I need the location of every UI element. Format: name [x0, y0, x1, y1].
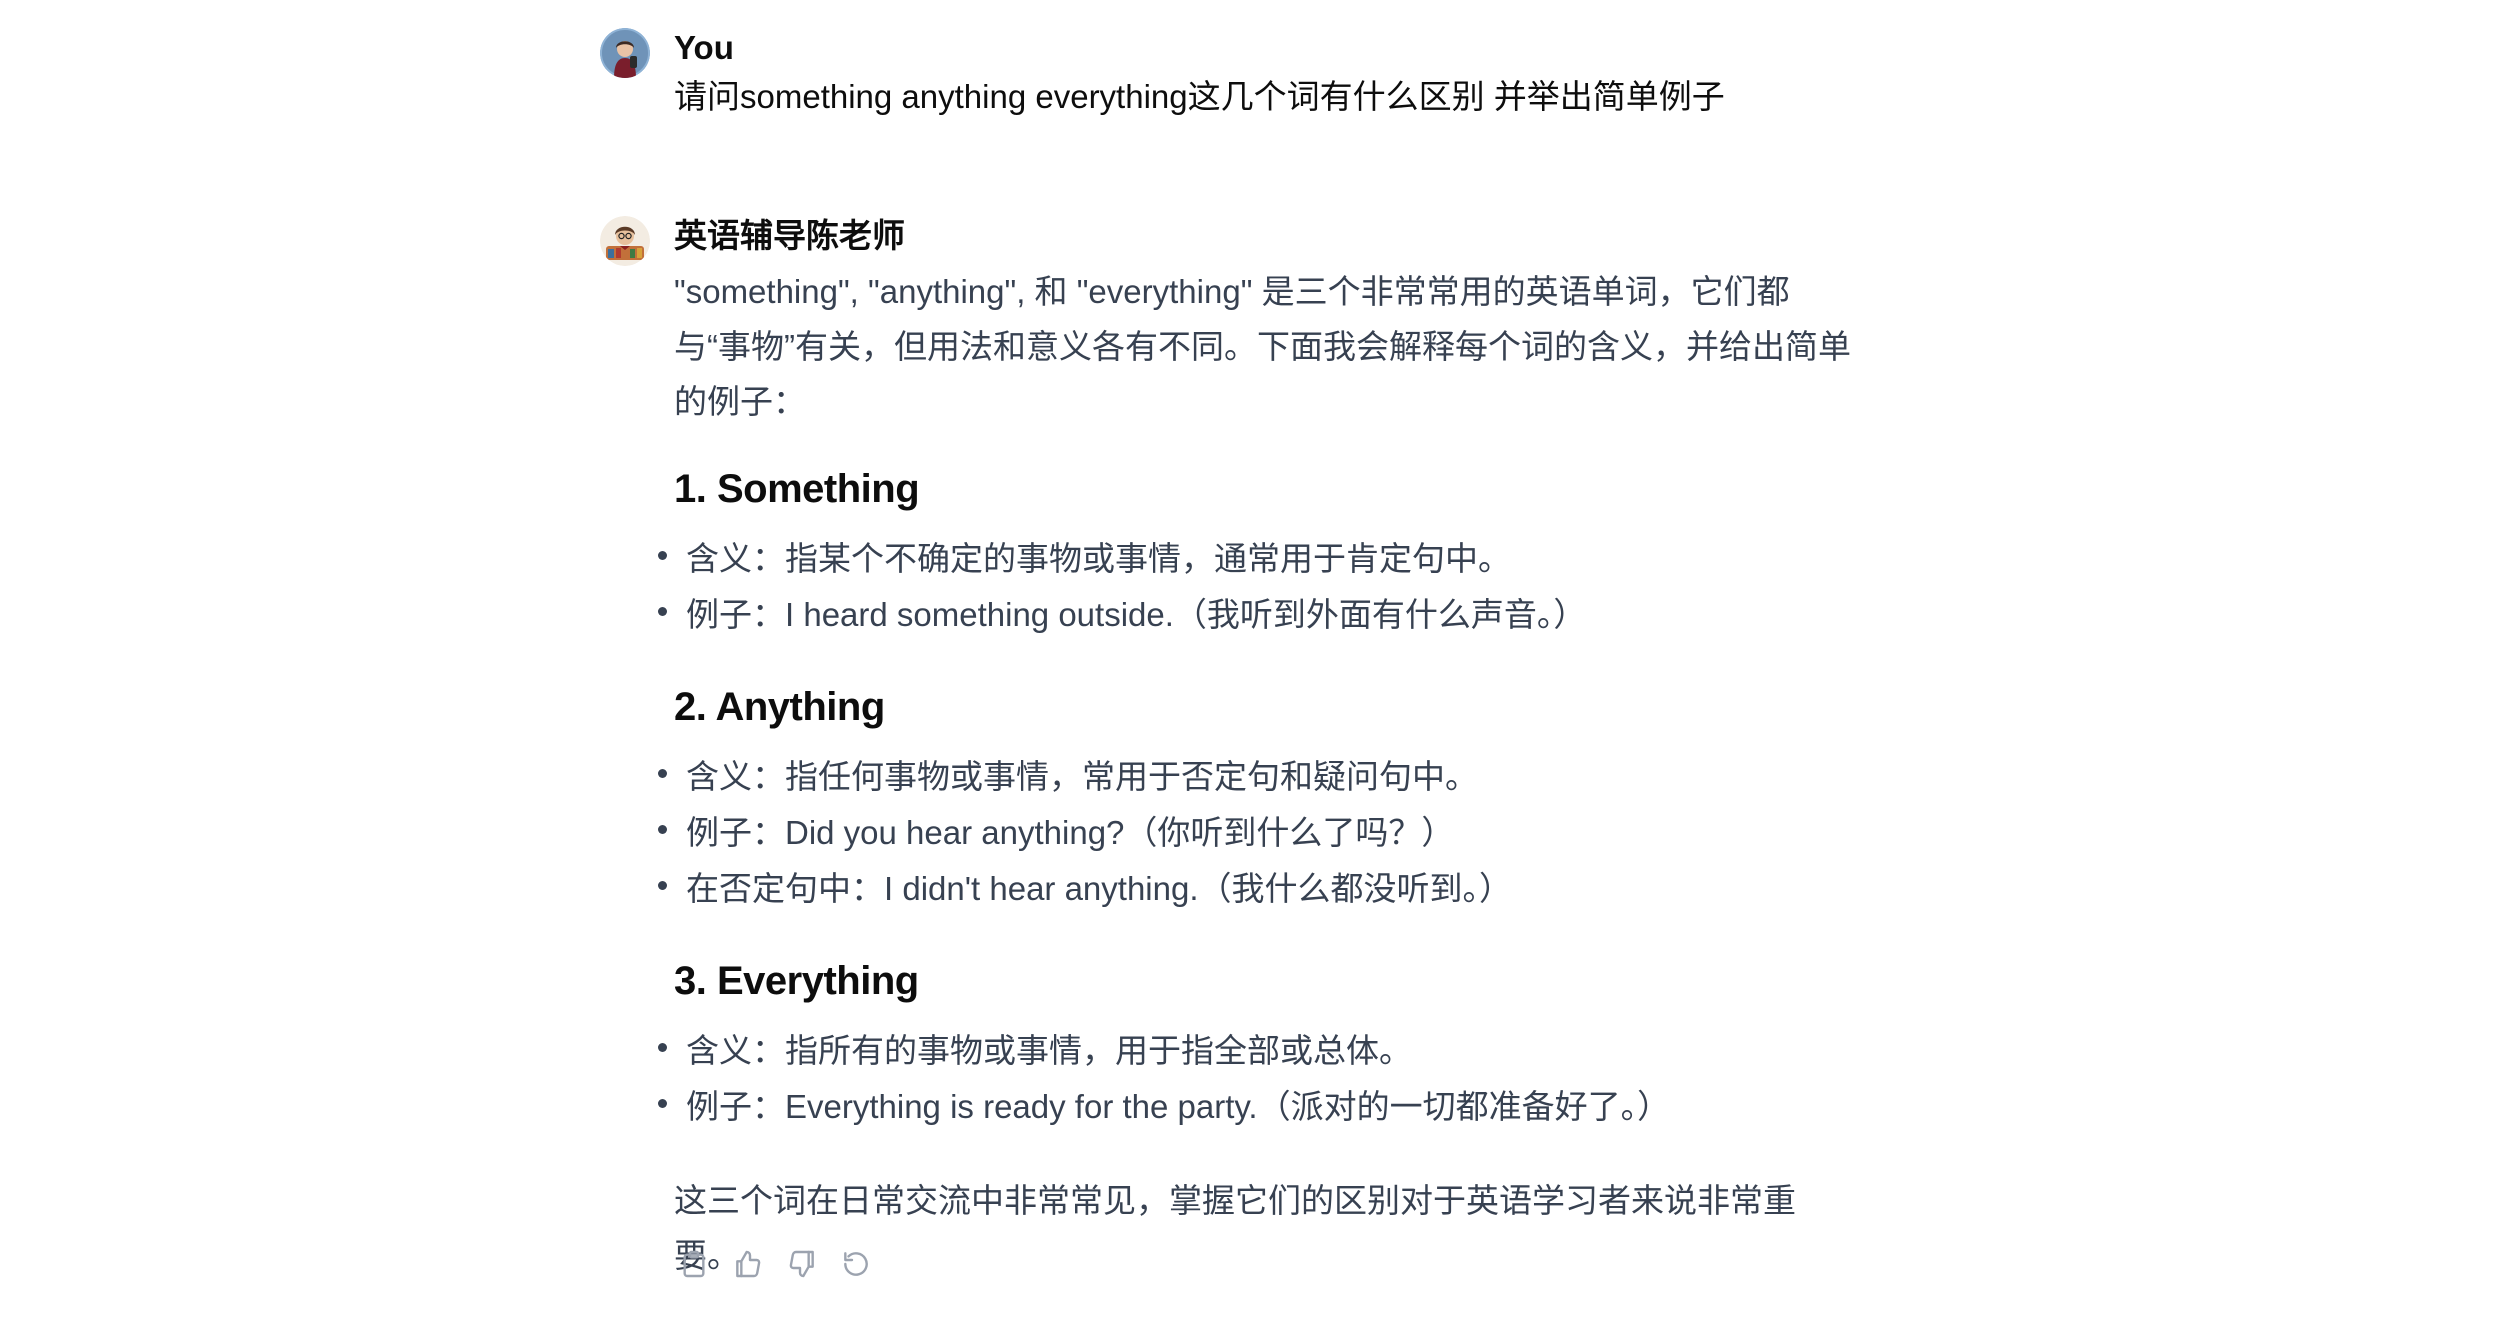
- assistant-author-name: 英语辅导陈老师: [674, 217, 905, 254]
- user-avatar-image: [600, 28, 650, 78]
- list-item: 含义：指某个不确定的事物或事情，通常用于肯定句中。: [658, 531, 1874, 587]
- bullet-dot: [658, 607, 667, 616]
- list-item-text: 例子：I heard something outside.（我听到外面有什么声音…: [686, 596, 1587, 633]
- bullet-dot: [658, 551, 667, 560]
- list-item: 含义：指所有的事物或事情，用于指全部或总体。: [658, 1023, 1874, 1079]
- list-item-text: 含义：指所有的事物或事情，用于指全部或总体。: [686, 1032, 1412, 1069]
- section-anything: 2. Anything 含义：指任何事物或事情，常用于否定句和疑问句中。 例子：…: [658, 683, 1874, 917]
- bullet-list: 含义：指任何事物或事情，常用于否定句和疑问句中。 例子：Did you hear…: [658, 749, 1874, 917]
- thumbs-down-icon: [789, 1250, 814, 1278]
- bullet-list: 含义：指某个不确定的事物或事情，通常用于肯定句中。 例子：I heard som…: [658, 531, 1874, 643]
- bullet-list: 含义：指所有的事物或事情，用于指全部或总体。 例子：Everything is …: [658, 1023, 1874, 1135]
- list-item-text: 含义：指任何事物或事情，常用于否定句和疑问句中。: [686, 758, 1478, 795]
- section-heading: 1. Something: [674, 467, 920, 511]
- list-item: 例子：I heard something outside.（我听到外面有什么声音…: [658, 587, 1874, 643]
- regenerate-button[interactable]: [836, 1244, 876, 1284]
- section-something: 1. Something 含义：指某个不确定的事物或事情，通常用于肯定句中。 例…: [658, 465, 1874, 643]
- copy-button[interactable]: [674, 1244, 714, 1284]
- bullet-dot: [658, 769, 667, 778]
- thumbs-down-button[interactable]: [782, 1244, 822, 1284]
- user-author-name: You: [674, 29, 734, 66]
- list-item-text: 例子：Did you hear anything?（你听到什么了吗？）: [686, 814, 1455, 851]
- bullet-dot: [658, 1043, 667, 1052]
- list-item: 例子：Everything is ready for the party.（派对…: [658, 1079, 1874, 1135]
- list-item-text: 在否定句中：I didn't hear anything.（我什么都没听到。）: [686, 870, 1513, 907]
- clipboard-icon: [683, 1250, 705, 1278]
- list-item: 在否定句中：I didn't hear anything.（我什么都没听到。）: [658, 861, 1874, 917]
- thumbs-up-icon: [736, 1250, 761, 1278]
- assistant-message: 英语辅导陈老师 "something", "anything", 和 "ever…: [600, 216, 1940, 1296]
- message-actions: [674, 1244, 876, 1284]
- section-heading: 3. Everything: [674, 959, 919, 1003]
- section-everything: 3. Everything 含义：指所有的事物或事情，用于指全部或总体。 例子：…: [658, 957, 1874, 1135]
- user-avatar: [600, 28, 650, 78]
- list-item: 含义：指任何事物或事情，常用于否定句和疑问句中。: [658, 749, 1874, 805]
- list-item-text: 例子：Everything is ready for the party.（派对…: [686, 1088, 1671, 1125]
- assistant-avatar-image: [600, 216, 650, 266]
- thumbs-up-button[interactable]: [728, 1244, 768, 1284]
- bullet-dot: [658, 1099, 667, 1108]
- section-heading: 2. Anything: [674, 685, 885, 729]
- chat-page: You 请问something anything everything这几个词有…: [0, 0, 2520, 1320]
- bullet-dot: [658, 881, 667, 890]
- assistant-avatar: [600, 216, 650, 266]
- regenerate-icon: [844, 1252, 868, 1276]
- user-message: You 请问something anything everything这几个词有…: [600, 28, 1940, 128]
- list-item-text: 含义：指某个不确定的事物或事情，通常用于肯定句中。: [686, 540, 1511, 577]
- user-message-text: 请问something anything everything这几个词有什么区别…: [674, 78, 1725, 115]
- bullet-dot: [658, 825, 667, 834]
- intro-paragraph: "something", "anything", 和 "everything" …: [674, 273, 1851, 420]
- list-item: 例子：Did you hear anything?（你听到什么了吗？）: [658, 805, 1874, 861]
